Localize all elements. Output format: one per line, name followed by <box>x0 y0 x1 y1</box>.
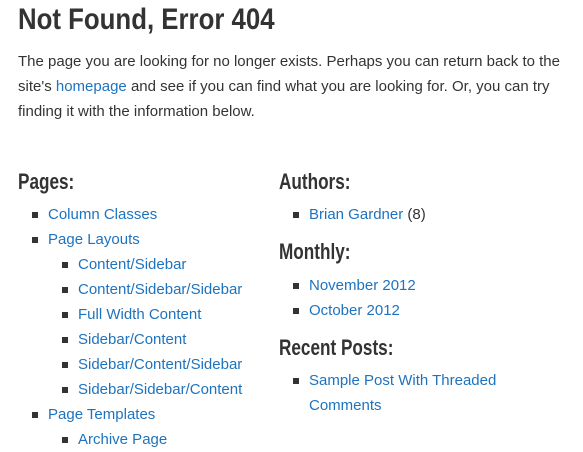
list-item: Sidebar/Content <box>48 327 273 352</box>
list-item: Sample Post With Threaded Comments <box>279 368 539 418</box>
pages-list: Column Classes Page Layouts Content/Side… <box>18 202 273 452</box>
authors-list: Brian Gardner (8) <box>279 202 579 227</box>
bullet-icon <box>293 283 299 289</box>
bullet-icon <box>62 437 68 443</box>
bullet-icon <box>62 362 68 368</box>
monthly-list: November 2012 October 2012 <box>279 273 579 323</box>
page-layouts-sublist: Content/Sidebar Content/Sidebar/Sidebar … <box>48 252 273 402</box>
page-link-page-layouts[interactable]: Page Layouts <box>48 231 140 248</box>
archive-link-october-2012[interactable]: October 2012 <box>309 302 400 319</box>
page-title: Not Found, Error 404 <box>18 3 275 36</box>
list-item: Page Layouts Content/Sidebar Content/Sid… <box>18 227 273 402</box>
intro-text: The page you are looking for no longer e… <box>18 49 580 124</box>
page-link-sidebar-content[interactable]: Sidebar/Content <box>78 331 186 348</box>
list-item: Column Classes <box>18 202 273 227</box>
page-link-sidebar-content-sidebar[interactable]: Sidebar/Content/Sidebar <box>78 356 242 373</box>
page-link-content-sidebar-sidebar[interactable]: Content/Sidebar/Sidebar <box>78 281 242 298</box>
list-item: Sidebar/Sidebar/Content <box>48 377 273 402</box>
author-post-count: (8) <box>407 206 426 223</box>
list-item: Full Width Content <box>48 302 273 327</box>
list-item: Content/Sidebar <box>48 252 273 277</box>
bullet-icon <box>293 212 299 218</box>
page-link-content-sidebar[interactable]: Content/Sidebar <box>78 256 186 273</box>
archive-link-november-2012[interactable]: November 2012 <box>309 277 416 294</box>
bullet-icon <box>32 237 38 243</box>
list-item: November 2012 <box>279 273 579 298</box>
bullet-icon <box>62 312 68 318</box>
page-link-full-width-content[interactable]: Full Width Content <box>78 306 201 323</box>
recent-post-link[interactable]: Sample Post With Threaded Comments <box>309 372 496 414</box>
homepage-link[interactable]: homepage <box>56 78 127 95</box>
bullet-icon <box>32 412 38 418</box>
list-item: Brian Gardner (8) <box>279 202 579 227</box>
page-link-sidebar-sidebar-content[interactable]: Sidebar/Sidebar/Content <box>78 381 242 398</box>
list-item: Content/Sidebar/Sidebar <box>48 277 273 302</box>
list-item: Page Templates Archive Page <box>18 402 273 452</box>
bullet-icon <box>62 337 68 343</box>
sidebar-sections: Authors: Brian Gardner (8) Monthly: Nove… <box>279 168 579 418</box>
authors-heading: Authors: <box>279 169 351 194</box>
page-link-column-classes[interactable]: Column Classes <box>48 206 157 223</box>
page-link-page-templates[interactable]: Page Templates <box>48 406 155 423</box>
list-item: Sidebar/Content/Sidebar <box>48 352 273 377</box>
recent-posts-heading: Recent Posts: <box>279 335 394 360</box>
bullet-icon <box>293 378 299 384</box>
bullet-icon <box>62 262 68 268</box>
list-item: October 2012 <box>279 298 579 323</box>
list-item: Archive Page <box>48 427 273 452</box>
bullet-icon <box>62 287 68 293</box>
monthly-heading: Monthly: <box>279 239 351 264</box>
bullet-icon <box>62 387 68 393</box>
bullet-icon <box>293 308 299 314</box>
pages-heading: Pages: <box>18 169 75 194</box>
page-templates-sublist: Archive Page <box>48 427 273 452</box>
author-link-brian-gardner[interactable]: Brian Gardner <box>309 206 403 223</box>
bullet-icon <box>32 212 38 218</box>
recent-posts-list: Sample Post With Threaded Comments <box>279 368 579 418</box>
pages-section: Pages: Column Classes Page Layouts Conte… <box>18 168 273 452</box>
page-link-archive-page[interactable]: Archive Page <box>78 431 167 448</box>
